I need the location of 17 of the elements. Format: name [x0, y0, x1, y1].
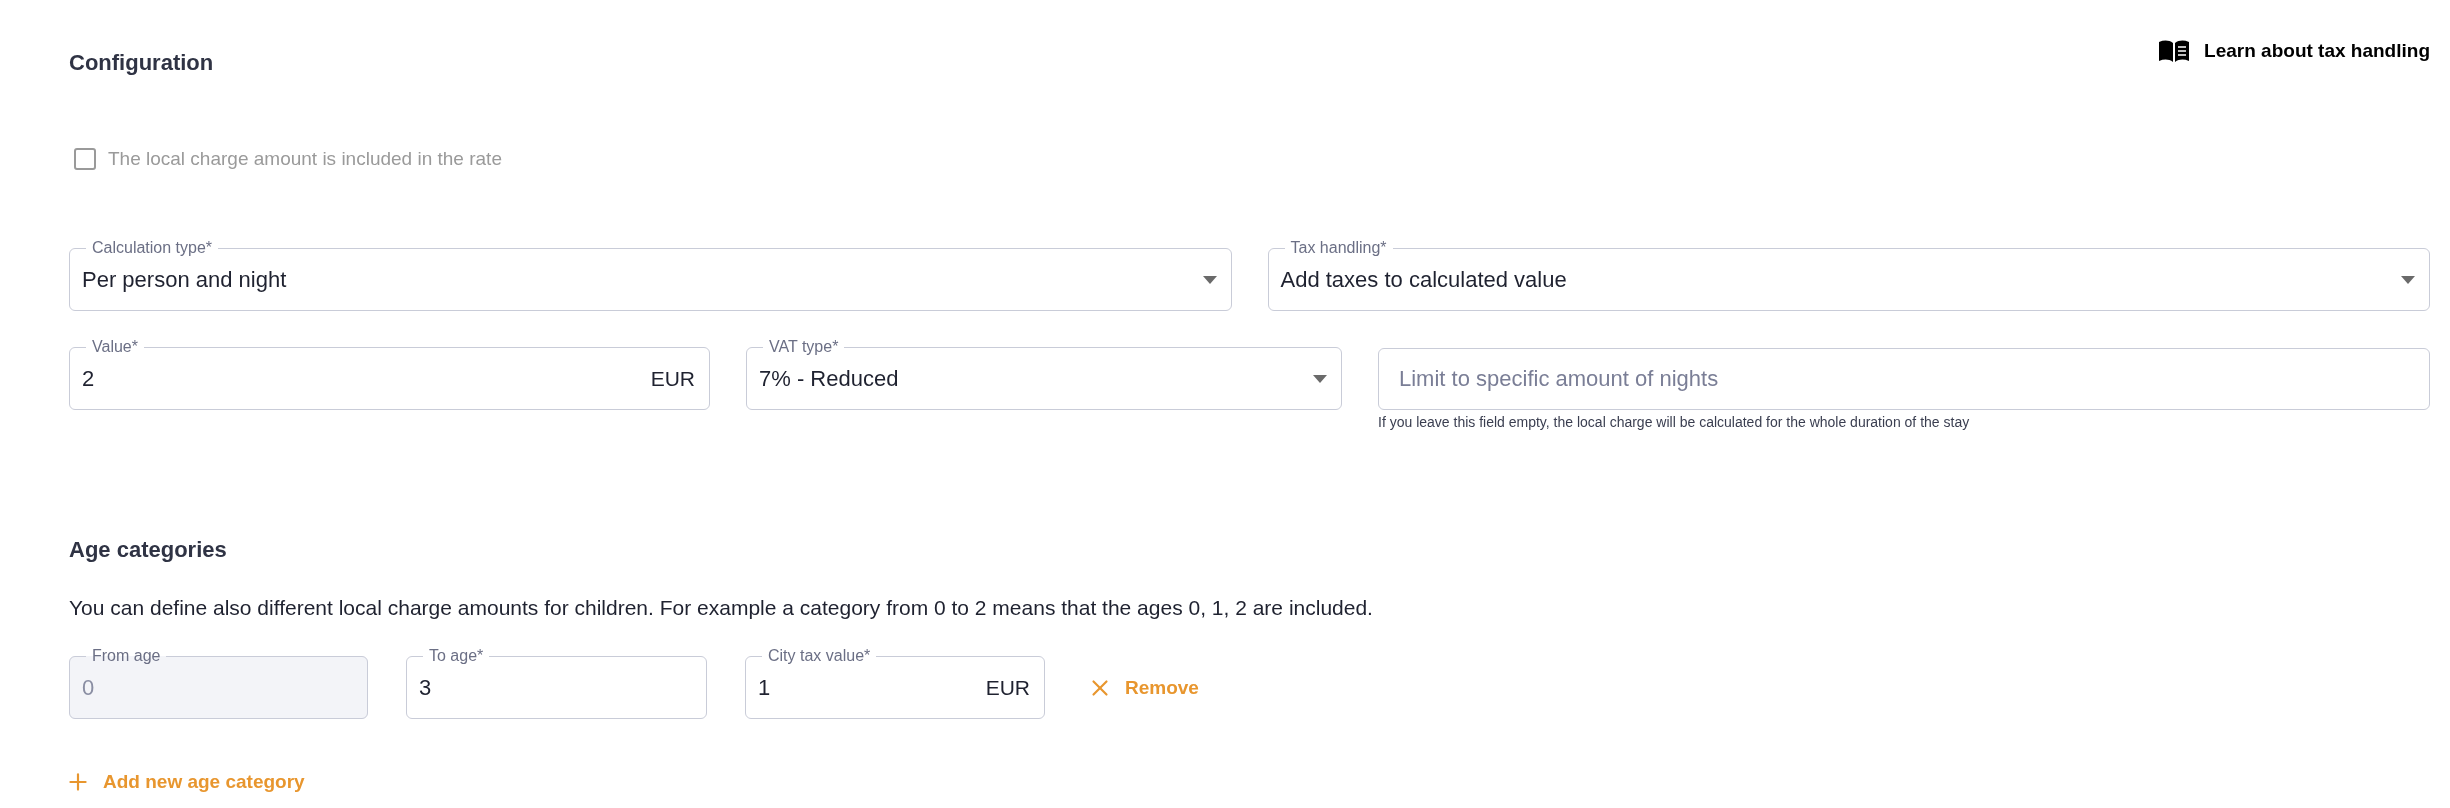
section-heading: Age categories	[69, 537, 228, 563]
caret-icon	[1313, 374, 1327, 383]
field-hint: If you leave this field empty, the local charge will be calculated for the whole duration of the stay	[1378, 414, 1971, 430]
text-input-field[interactable]: Limit to specific amount of nights	[1378, 348, 2430, 410]
description-text: You can define also different local charge amounts for children. For example a category from 0 to 2 means that the ages 0, 1, 2 are included.	[69, 596, 1374, 620]
select-field[interactable]: Calculation type* Per person and night	[69, 239, 1232, 311]
caret-icon	[2401, 275, 2415, 284]
section-heading: Configuration	[69, 50, 214, 76]
select-field[interactable]: Tax handling* Add taxes to calculated value	[1267, 239, 2430, 311]
select-field[interactable]: VAT type* 7% - Reduced	[746, 338, 1342, 410]
checkbox-label: The local charge amount is included in the rate	[108, 148, 502, 170]
book-icon	[2158, 40, 2191, 62]
input-field[interactable]: Value* 2 EUR	[69, 338, 710, 410]
input-field[interactable]: City tax value* 1 EUR	[745, 647, 1045, 719]
input-field[interactable]: To age* 3	[406, 647, 707, 719]
help-link[interactable]: Learn about tax handling	[2158, 40, 2430, 62]
caret-icon	[1202, 275, 1217, 284]
